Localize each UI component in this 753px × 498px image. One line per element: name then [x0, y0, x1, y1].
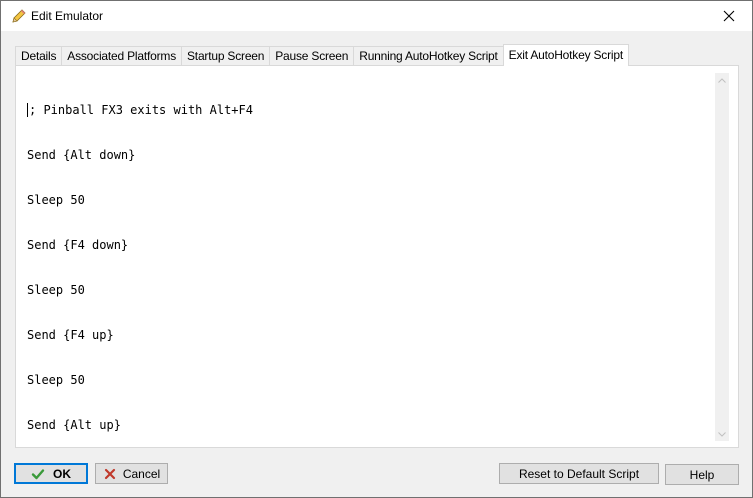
close-icon [723, 10, 735, 22]
script-line: Send {F4 down} [27, 238, 129, 252]
cancel-label: Cancel [122, 466, 161, 481]
script-line: Sleep 50 [27, 193, 85, 207]
script-line: ; Pinball FX3 exits with Alt+F4 [27, 103, 253, 117]
script-line: Sleep 50 [27, 283, 85, 297]
edit-emulator-dialog: Edit Emulator Details Associated Platfor… [0, 0, 753, 498]
text-caret [27, 103, 28, 117]
cancel-x-icon [104, 468, 115, 479]
script-line: Send {F4 up} [27, 328, 114, 342]
chevron-up-icon [718, 77, 726, 83]
tab-exit-autohotkey-script[interactable]: Exit AutoHotkey Script [502, 44, 629, 66]
scroll-down-button[interactable] [715, 427, 729, 441]
window-title: Edit Emulator [31, 9, 104, 23]
ok-button[interactable]: OK [14, 463, 88, 484]
script-line: Send {Alt down} [27, 148, 136, 162]
tab-strip: Details Associated Platforms Startup Scr… [15, 44, 629, 66]
close-button[interactable] [706, 1, 752, 31]
scroll-up-button[interactable] [715, 73, 729, 87]
chevron-down-icon [718, 431, 726, 437]
tab-running-autohotkey-script[interactable]: Running AutoHotkey Script [353, 46, 504, 65]
tab-associated-platforms[interactable]: Associated Platforms [61, 46, 182, 65]
vertical-scrollbar[interactable] [715, 73, 729, 441]
tab-panel-exit-script: ; Pinball FX3 exits with Alt+F4 Send {Al… [15, 65, 739, 448]
checkmark-icon [31, 468, 45, 479]
script-line: Send {Alt up} [27, 418, 121, 432]
tab-startup-screen[interactable]: Startup Screen [181, 46, 271, 65]
pencil-icon [12, 9, 26, 23]
title-bar[interactable]: Edit Emulator [1, 1, 752, 31]
ok-label: OK [53, 466, 71, 481]
tab-details[interactable]: Details [15, 46, 63, 65]
script-line: Sleep 50 [27, 373, 85, 387]
reset-default-script-button[interactable]: Reset to Default Script [499, 463, 659, 484]
tab-pause-screen[interactable]: Pause Screen [269, 46, 355, 65]
cancel-button[interactable]: Cancel [95, 463, 168, 484]
script-editor[interactable]: ; Pinball FX3 exits with Alt+F4 Send {Al… [27, 73, 715, 441]
help-button[interactable]: Help [665, 464, 739, 485]
